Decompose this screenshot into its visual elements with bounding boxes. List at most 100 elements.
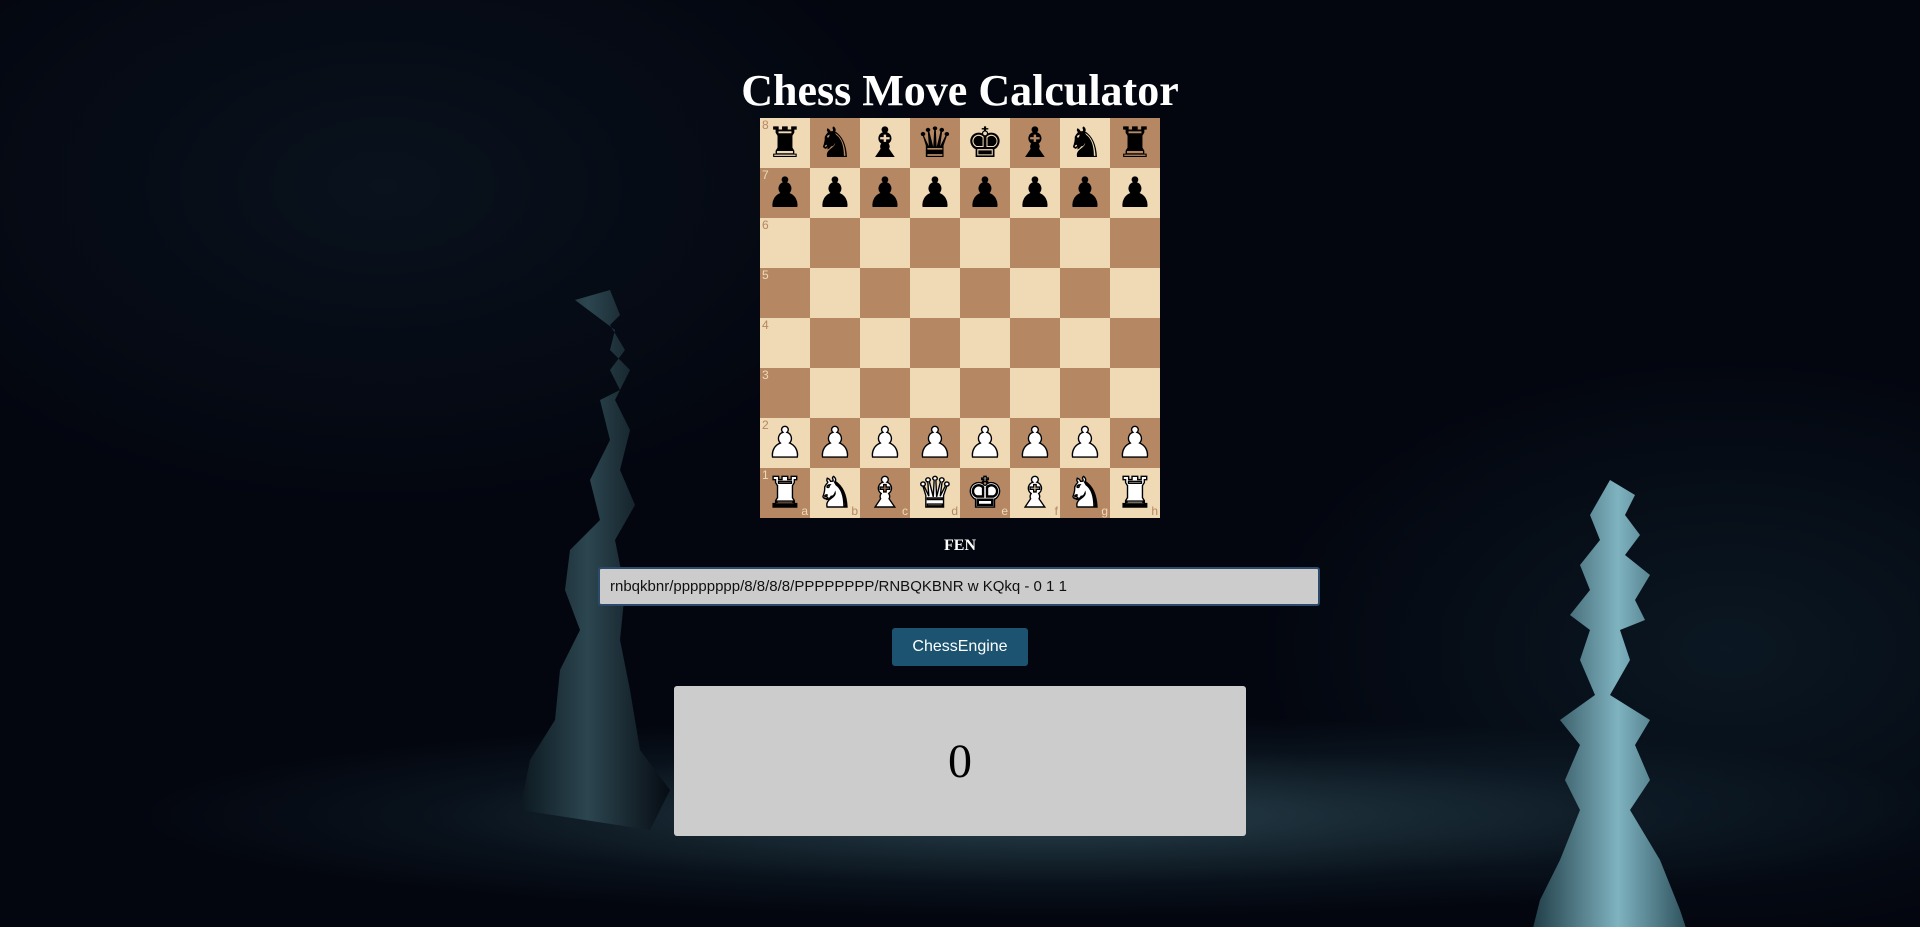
square-f6[interactable] (1010, 218, 1060, 268)
square-g7[interactable]: ♟ (1060, 168, 1110, 218)
white-pawn-icon[interactable]: ♟ (915, 417, 954, 468)
white-bishop-icon[interactable]: ♝ (865, 467, 904, 518)
square-a3[interactable]: 3 (760, 368, 810, 418)
square-g5[interactable] (1060, 268, 1110, 318)
black-pawn-icon[interactable]: ♟ (1016, 168, 1054, 218)
chess-engine-button[interactable]: ChessEngine (892, 628, 1028, 666)
white-knight-icon[interactable]: ♞ (815, 467, 854, 518)
square-f1[interactable]: f ♝ (1010, 467, 1060, 518)
file-label: d (951, 504, 958, 518)
white-pawn-icon[interactable]: ♟ (965, 417, 1004, 468)
black-king-icon[interactable]: ♚ (966, 118, 1004, 168)
square-g4[interactable] (1060, 318, 1110, 368)
square-a6[interactable]: 6 (760, 218, 810, 268)
square-h6[interactable] (1110, 218, 1160, 268)
square-a2[interactable]: 2 ♟ (760, 417, 810, 468)
black-knight-icon[interactable]: ♞ (1066, 118, 1104, 168)
square-b3[interactable] (810, 368, 860, 418)
square-h2[interactable]: ♟ (1110, 417, 1160, 468)
square-f2[interactable]: ♟ (1010, 417, 1060, 468)
black-bishop-icon[interactable]: ♝ (866, 118, 904, 168)
square-a4[interactable]: 4 (760, 318, 810, 368)
white-rook-icon[interactable]: ♜ (765, 467, 804, 518)
white-pawn-icon[interactable]: ♟ (865, 417, 904, 468)
square-h5[interactable] (1110, 268, 1160, 318)
white-pawn-icon[interactable]: ♟ (815, 417, 854, 468)
square-c1[interactable]: c ♝ (860, 467, 910, 518)
square-h4[interactable] (1110, 318, 1160, 368)
square-g2[interactable]: ♟ (1060, 417, 1110, 468)
square-c2[interactable]: ♟ (860, 417, 910, 468)
square-d6[interactable] (910, 218, 960, 268)
square-b8[interactable]: ♞ (810, 118, 860, 168)
square-c6[interactable] (860, 218, 910, 268)
square-e4[interactable] (960, 318, 1010, 368)
white-rook-icon[interactable]: ♜ (1115, 467, 1154, 518)
black-pawn-icon[interactable]: ♟ (916, 168, 954, 218)
square-a1[interactable]: 1 a ♜ (760, 467, 810, 518)
square-f5[interactable] (1010, 268, 1060, 318)
square-h1[interactable]: h ♜ (1110, 467, 1160, 518)
square-c7[interactable]: ♟ (860, 168, 910, 218)
black-knight-icon[interactable]: ♞ (816, 118, 854, 168)
square-d7[interactable]: ♟ (910, 168, 960, 218)
white-pawn-icon[interactable]: ♟ (1115, 417, 1154, 468)
chess-board[interactable]: 8 ♜ ♞ ♝ ♛ ♚ ♝ ♞ ♜ 7 ♟ ♟ ♟ ♟ ♟ ♟ ♟ ♟ 6 5 4 3 2 ♟ ♟ ♟ ♟ ♟ ♟ ♟ ♟ 1 a ♜ b ♞ c ♝ d ♛… (760, 118, 1160, 518)
square-b2[interactable]: ♟ (810, 417, 860, 468)
black-pawn-icon[interactable]: ♟ (966, 168, 1004, 218)
black-pawn-icon[interactable]: ♟ (1116, 168, 1154, 218)
square-h3[interactable] (1110, 368, 1160, 418)
square-c3[interactable] (860, 368, 910, 418)
white-pawn-icon[interactable]: ♟ (765, 417, 804, 468)
square-e1[interactable]: e ♚ (960, 467, 1010, 518)
square-g6[interactable] (1060, 218, 1110, 268)
square-a8[interactable]: 8 ♜ (760, 118, 810, 168)
square-d2[interactable]: ♟ (910, 417, 960, 468)
square-f4[interactable] (1010, 318, 1060, 368)
square-b4[interactable] (810, 318, 860, 368)
square-b1[interactable]: b ♞ (810, 467, 860, 518)
black-pawn-icon[interactable]: ♟ (1066, 168, 1104, 218)
square-c8[interactable]: ♝ (860, 118, 910, 168)
square-g8[interactable]: ♞ (1060, 118, 1110, 168)
square-c4[interactable] (860, 318, 910, 368)
black-rook-icon[interactable]: ♜ (1116, 118, 1154, 168)
square-f8[interactable]: ♝ (1010, 118, 1060, 168)
square-g1[interactable]: g ♞ (1060, 467, 1110, 518)
square-g3[interactable] (1060, 368, 1110, 418)
white-king-icon[interactable]: ♚ (965, 467, 1004, 518)
square-h7[interactable]: ♟ (1110, 168, 1160, 218)
white-pawn-icon[interactable]: ♟ (1065, 417, 1104, 468)
black-rook-icon[interactable]: ♜ (766, 118, 804, 168)
square-d1[interactable]: d ♛ (910, 467, 960, 518)
fen-input[interactable] (598, 567, 1320, 606)
square-d8[interactable]: ♛ (910, 118, 960, 168)
square-b7[interactable]: ♟ (810, 168, 860, 218)
square-d3[interactable] (910, 368, 960, 418)
black-queen-icon[interactable]: ♛ (916, 118, 954, 168)
square-b5[interactable] (810, 268, 860, 318)
black-pawn-icon[interactable]: ♟ (816, 168, 854, 218)
square-e5[interactable] (960, 268, 1010, 318)
square-a5[interactable]: 5 (760, 268, 810, 318)
square-c5[interactable] (860, 268, 910, 318)
square-d5[interactable] (910, 268, 960, 318)
square-f7[interactable]: ♟ (1010, 168, 1060, 218)
black-pawn-icon[interactable]: ♟ (866, 168, 904, 218)
square-e3[interactable] (960, 368, 1010, 418)
square-d4[interactable] (910, 318, 960, 368)
white-knight-icon[interactable]: ♞ (1065, 467, 1104, 518)
white-pawn-icon[interactable]: ♟ (1015, 417, 1054, 468)
white-bishop-icon[interactable]: ♝ (1015, 467, 1054, 518)
square-b6[interactable] (810, 218, 860, 268)
square-f3[interactable] (1010, 368, 1060, 418)
square-e2[interactable]: ♟ (960, 417, 1010, 468)
square-e7[interactable]: ♟ (960, 168, 1010, 218)
white-queen-icon[interactable]: ♛ (915, 467, 954, 518)
square-e6[interactable] (960, 218, 1010, 268)
square-h8[interactable]: ♜ (1110, 118, 1160, 168)
black-pawn-icon[interactable]: ♟ (766, 168, 804, 218)
square-e8[interactable]: ♚ (960, 118, 1010, 168)
black-bishop-icon[interactable]: ♝ (1016, 118, 1054, 168)
square-a7[interactable]: 7 ♟ (760, 168, 810, 218)
